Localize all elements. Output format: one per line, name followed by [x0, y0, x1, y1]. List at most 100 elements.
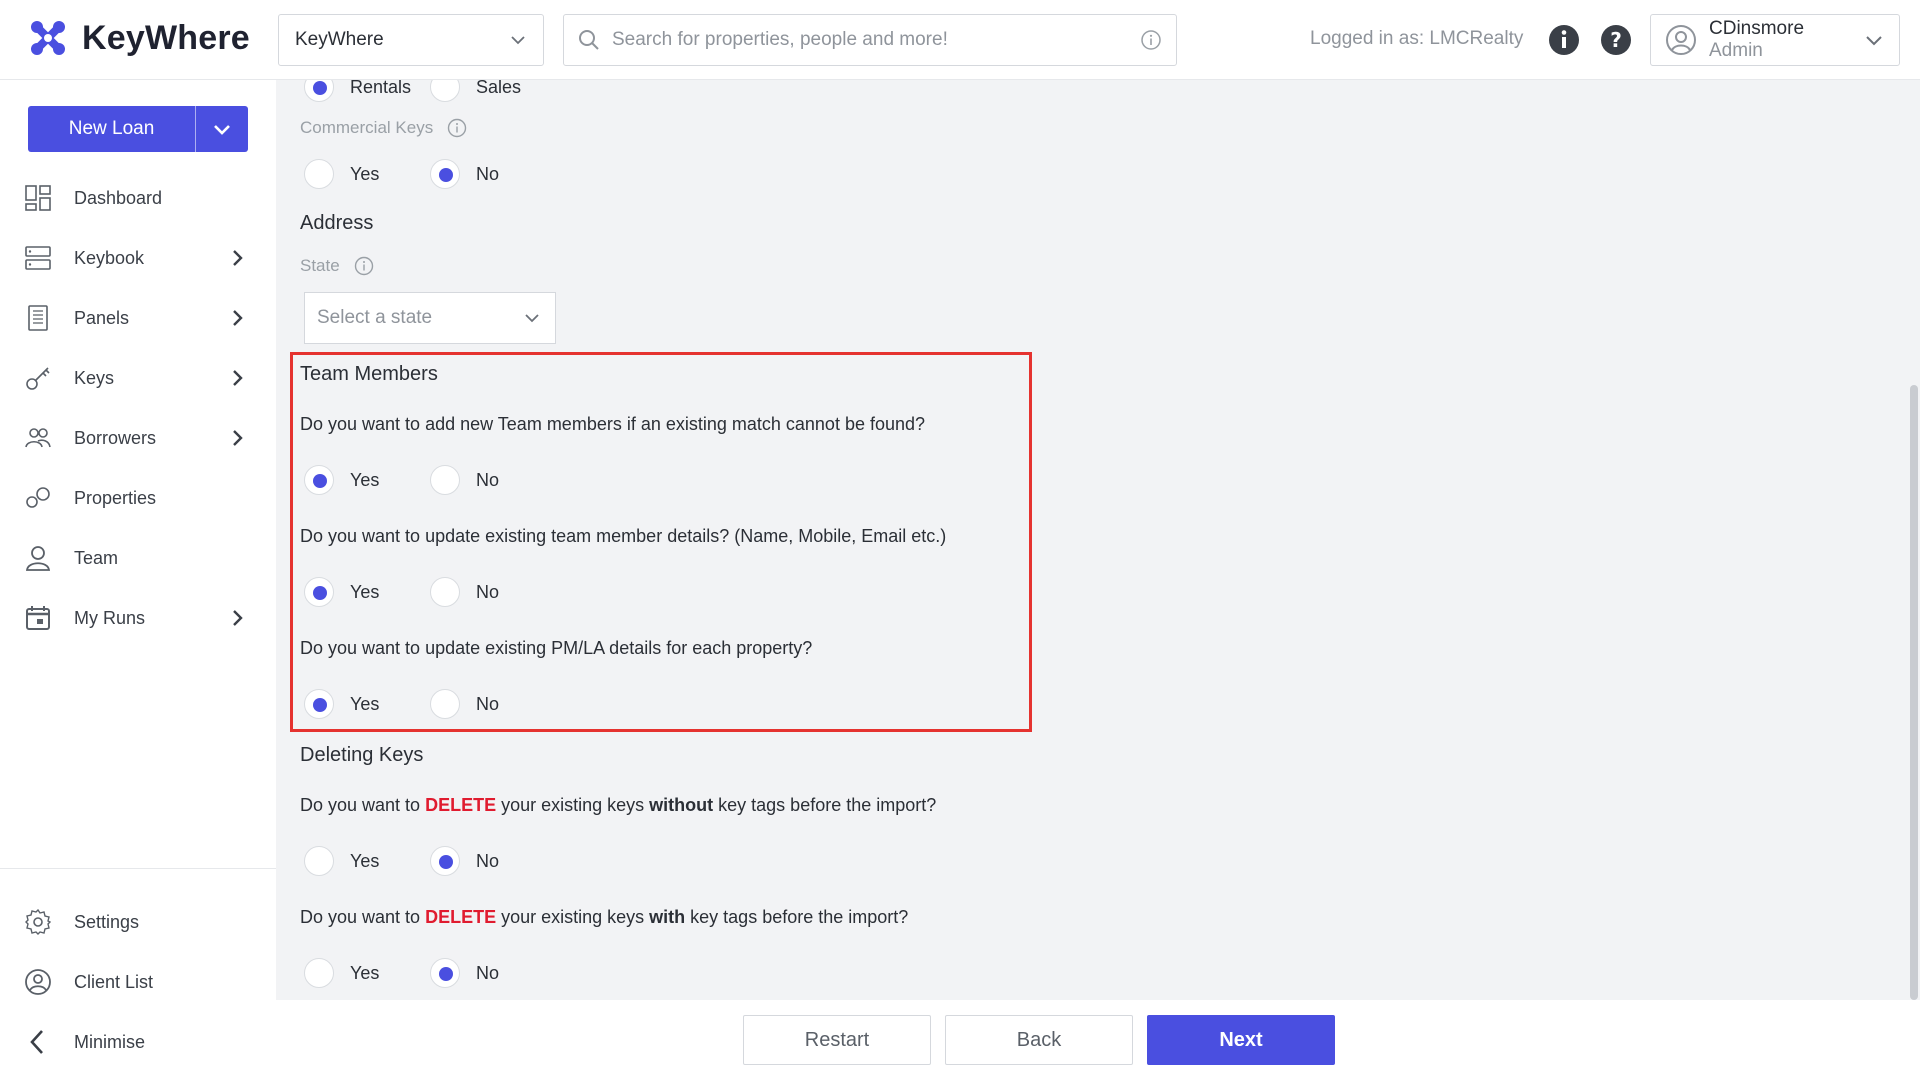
sidebar-item-properties[interactable]: Properties	[0, 474, 276, 522]
radio-label: Yes	[350, 581, 380, 602]
keybook-icon	[24, 244, 52, 272]
search-icon	[579, 30, 599, 50]
help-icon[interactable]: ?	[1600, 24, 1632, 56]
chevron-right-icon	[233, 370, 243, 386]
radio-yes[interactable]	[304, 958, 334, 988]
new-loan-dropdown-button[interactable]	[196, 106, 248, 152]
team-question-add-new: Do you want to add new Team members if a…	[300, 414, 926, 434]
delete-keys-with-tags-question: Do you want to DELETE your existing keys…	[300, 907, 909, 927]
sidebar-item-label: Keys	[74, 367, 115, 388]
deleting-keys-section-title: Deleting Keys	[300, 744, 424, 766]
sidebar-item-label: Minimise	[74, 1031, 146, 1052]
radio-no[interactable]	[430, 689, 460, 719]
brand-name: KeyWhere	[82, 18, 250, 57]
logged-in-status: Logged in as: LMCRealty	[1310, 28, 1524, 49]
state-select-placeholder: Select a state	[317, 307, 433, 328]
state-label: State	[300, 256, 374, 276]
team-add-new-group: Yes No	[304, 465, 556, 495]
next-button[interactable]: Next	[1147, 1015, 1335, 1065]
client-list-icon	[24, 968, 52, 996]
user-name: CDinsmore	[1709, 18, 1805, 39]
search-bar	[563, 14, 1177, 66]
sidebar-item-borrowers[interactable]: Borrowers	[0, 414, 276, 462]
radio-sales[interactable]	[430, 80, 460, 102]
radio-yes[interactable]	[304, 689, 334, 719]
delete-keys-without-tags-group: Yes No	[304, 846, 556, 876]
new-loan-button[interactable]: New Loan	[28, 106, 196, 152]
radio-yes[interactable]	[304, 159, 334, 189]
chevron-down-icon	[525, 314, 539, 323]
radio-label: Yes	[350, 962, 380, 983]
radio-label: No	[476, 581, 500, 602]
vertical-scrollbar[interactable]	[1910, 385, 1918, 1000]
sidebar-item-label: Keybook	[74, 247, 145, 268]
chevron-right-icon	[233, 250, 243, 266]
radio-label: Yes	[350, 850, 380, 871]
top-header: KeyWhere KeyWhere Logged in as: LMCRealt…	[0, 0, 1920, 80]
main-content: Rentals Sales Commercial Keys Yes No Add…	[276, 80, 1920, 1000]
sidebar-item-my-runs[interactable]: My Runs	[0, 594, 276, 642]
delete-keys-with-tags-group: Yes No	[304, 958, 556, 988]
radio-no[interactable]	[430, 577, 460, 607]
sidebar-item-team[interactable]: Team	[0, 534, 276, 582]
sidebar-item-label: Dashboard	[74, 187, 163, 208]
info-icon[interactable]	[1140, 29, 1162, 51]
sidebar-item-keybook[interactable]: Keybook	[0, 234, 276, 282]
brand-logo[interactable]: KeyWhere	[28, 18, 250, 58]
radio-label: No	[476, 850, 500, 871]
sidebar-item-client-list[interactable]: Client List	[0, 958, 276, 1006]
radio-no[interactable]	[430, 846, 460, 876]
radio-label: Sales	[476, 80, 522, 97]
team-members-section-title: Team Members	[300, 363, 438, 385]
radio-label: No	[476, 962, 500, 983]
sidebar: New Loan Dashboard Keybook Panels Keys B…	[0, 80, 276, 1080]
new-loan-button-group: New Loan	[28, 106, 248, 152]
team-icon	[24, 544, 52, 572]
radio-label: Yes	[350, 469, 380, 490]
radio-yes[interactable]	[304, 465, 334, 495]
delete-emphasis: DELETE	[425, 795, 497, 815]
organization-select[interactable]: KeyWhere	[278, 14, 544, 66]
borrowers-icon	[24, 424, 52, 452]
radio-label: No	[476, 469, 500, 490]
sidebar-item-label: Properties	[74, 487, 157, 508]
radio-no[interactable]	[430, 159, 460, 189]
sidebar-item-label: Client List	[74, 971, 154, 992]
property-type-group: Rentals Sales	[304, 80, 556, 102]
field-label: Commercial Keys	[300, 118, 434, 137]
search-input[interactable]	[612, 29, 1140, 51]
user-menu[interactable]: CDinsmore Admin	[1650, 14, 1900, 66]
chevron-down-icon	[511, 36, 525, 45]
info-icon[interactable]	[354, 256, 374, 276]
delete-keys-without-tags-question: Do you want to DELETE your existing keys…	[300, 795, 937, 815]
radio-yes[interactable]	[304, 577, 334, 607]
panels-icon	[24, 304, 52, 332]
restart-button[interactable]: Restart	[743, 1015, 931, 1065]
sidebar-item-label: Team	[74, 547, 119, 568]
sidebar-divider	[0, 868, 276, 869]
radio-rentals[interactable]	[304, 80, 334, 102]
info-circle-icon[interactable]	[1548, 24, 1580, 56]
back-button[interactable]: Back	[945, 1015, 1133, 1065]
commercial-keys-label: Commercial Keys	[300, 118, 467, 138]
team-update-details-group: Yes No	[304, 577, 556, 607]
radio-no[interactable]	[430, 465, 460, 495]
info-icon[interactable]	[447, 118, 467, 138]
sidebar-item-settings[interactable]: Settings	[0, 898, 276, 946]
radio-no[interactable]	[430, 958, 460, 988]
sidebar-item-keys[interactable]: Keys	[0, 354, 276, 402]
field-label: State	[300, 256, 340, 275]
radio-label: Yes	[350, 163, 380, 184]
organization-select-value: KeyWhere	[295, 29, 384, 50]
sidebar-item-panels[interactable]: Panels	[0, 294, 276, 342]
sidebar-item-minimise[interactable]: Minimise	[0, 1018, 276, 1066]
user-role: Admin	[1709, 40, 1763, 61]
sidebar-item-dashboard[interactable]: Dashboard	[0, 174, 276, 222]
key-icon	[24, 364, 52, 392]
team-question-update-details: Do you want to update existing team memb…	[300, 526, 947, 546]
chevron-right-icon	[233, 310, 243, 326]
sidebar-item-label: Borrowers	[74, 427, 157, 448]
chevron-down-icon	[214, 125, 230, 135]
radio-yes[interactable]	[304, 846, 334, 876]
state-select[interactable]: Select a state	[304, 292, 556, 344]
